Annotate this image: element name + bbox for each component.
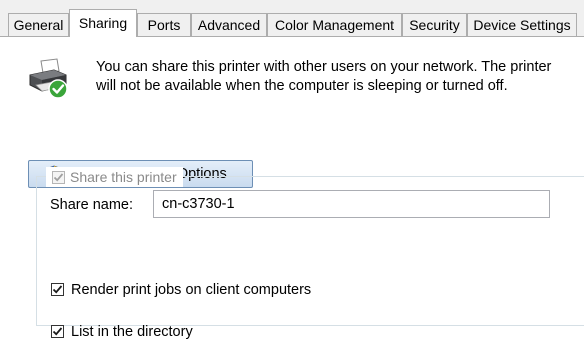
tab-strip: General Sharing Ports Advanced Color Man… bbox=[0, 0, 584, 37]
share-name-input[interactable] bbox=[153, 190, 550, 218]
list-directory-option[interactable]: List in the directory bbox=[51, 323, 193, 341]
render-jobs-checkbox[interactable] bbox=[51, 283, 64, 296]
tab-color-management[interactable]: Color Management bbox=[267, 13, 402, 36]
tab-sharing[interactable]: Sharing bbox=[69, 9, 137, 37]
share-name-label: Share name: bbox=[50, 197, 134, 213]
tab-security[interactable]: Security bbox=[402, 13, 467, 36]
tab-device-settings[interactable]: Device Settings bbox=[467, 13, 577, 36]
share-printer-checkbox[interactable]: Share this printer bbox=[46, 167, 183, 187]
share-printer-label: Share this printer bbox=[70, 169, 177, 185]
tab-general[interactable]: General bbox=[8, 13, 69, 36]
printer-shared-icon bbox=[27, 58, 71, 102]
render-jobs-option[interactable]: Render print jobs on client computers bbox=[51, 281, 311, 299]
tab-advanced[interactable]: Advanced bbox=[191, 13, 267, 36]
share-printer-checkbox-box[interactable] bbox=[52, 171, 65, 184]
tab-ports[interactable]: Ports bbox=[137, 13, 191, 36]
render-jobs-label: Render print jobs on client computers bbox=[71, 282, 312, 298]
list-directory-checkbox[interactable] bbox=[51, 325, 64, 338]
list-directory-label: List in the directory bbox=[71, 324, 193, 340]
sharing-description: You can share this printer with other us… bbox=[96, 59, 552, 94]
